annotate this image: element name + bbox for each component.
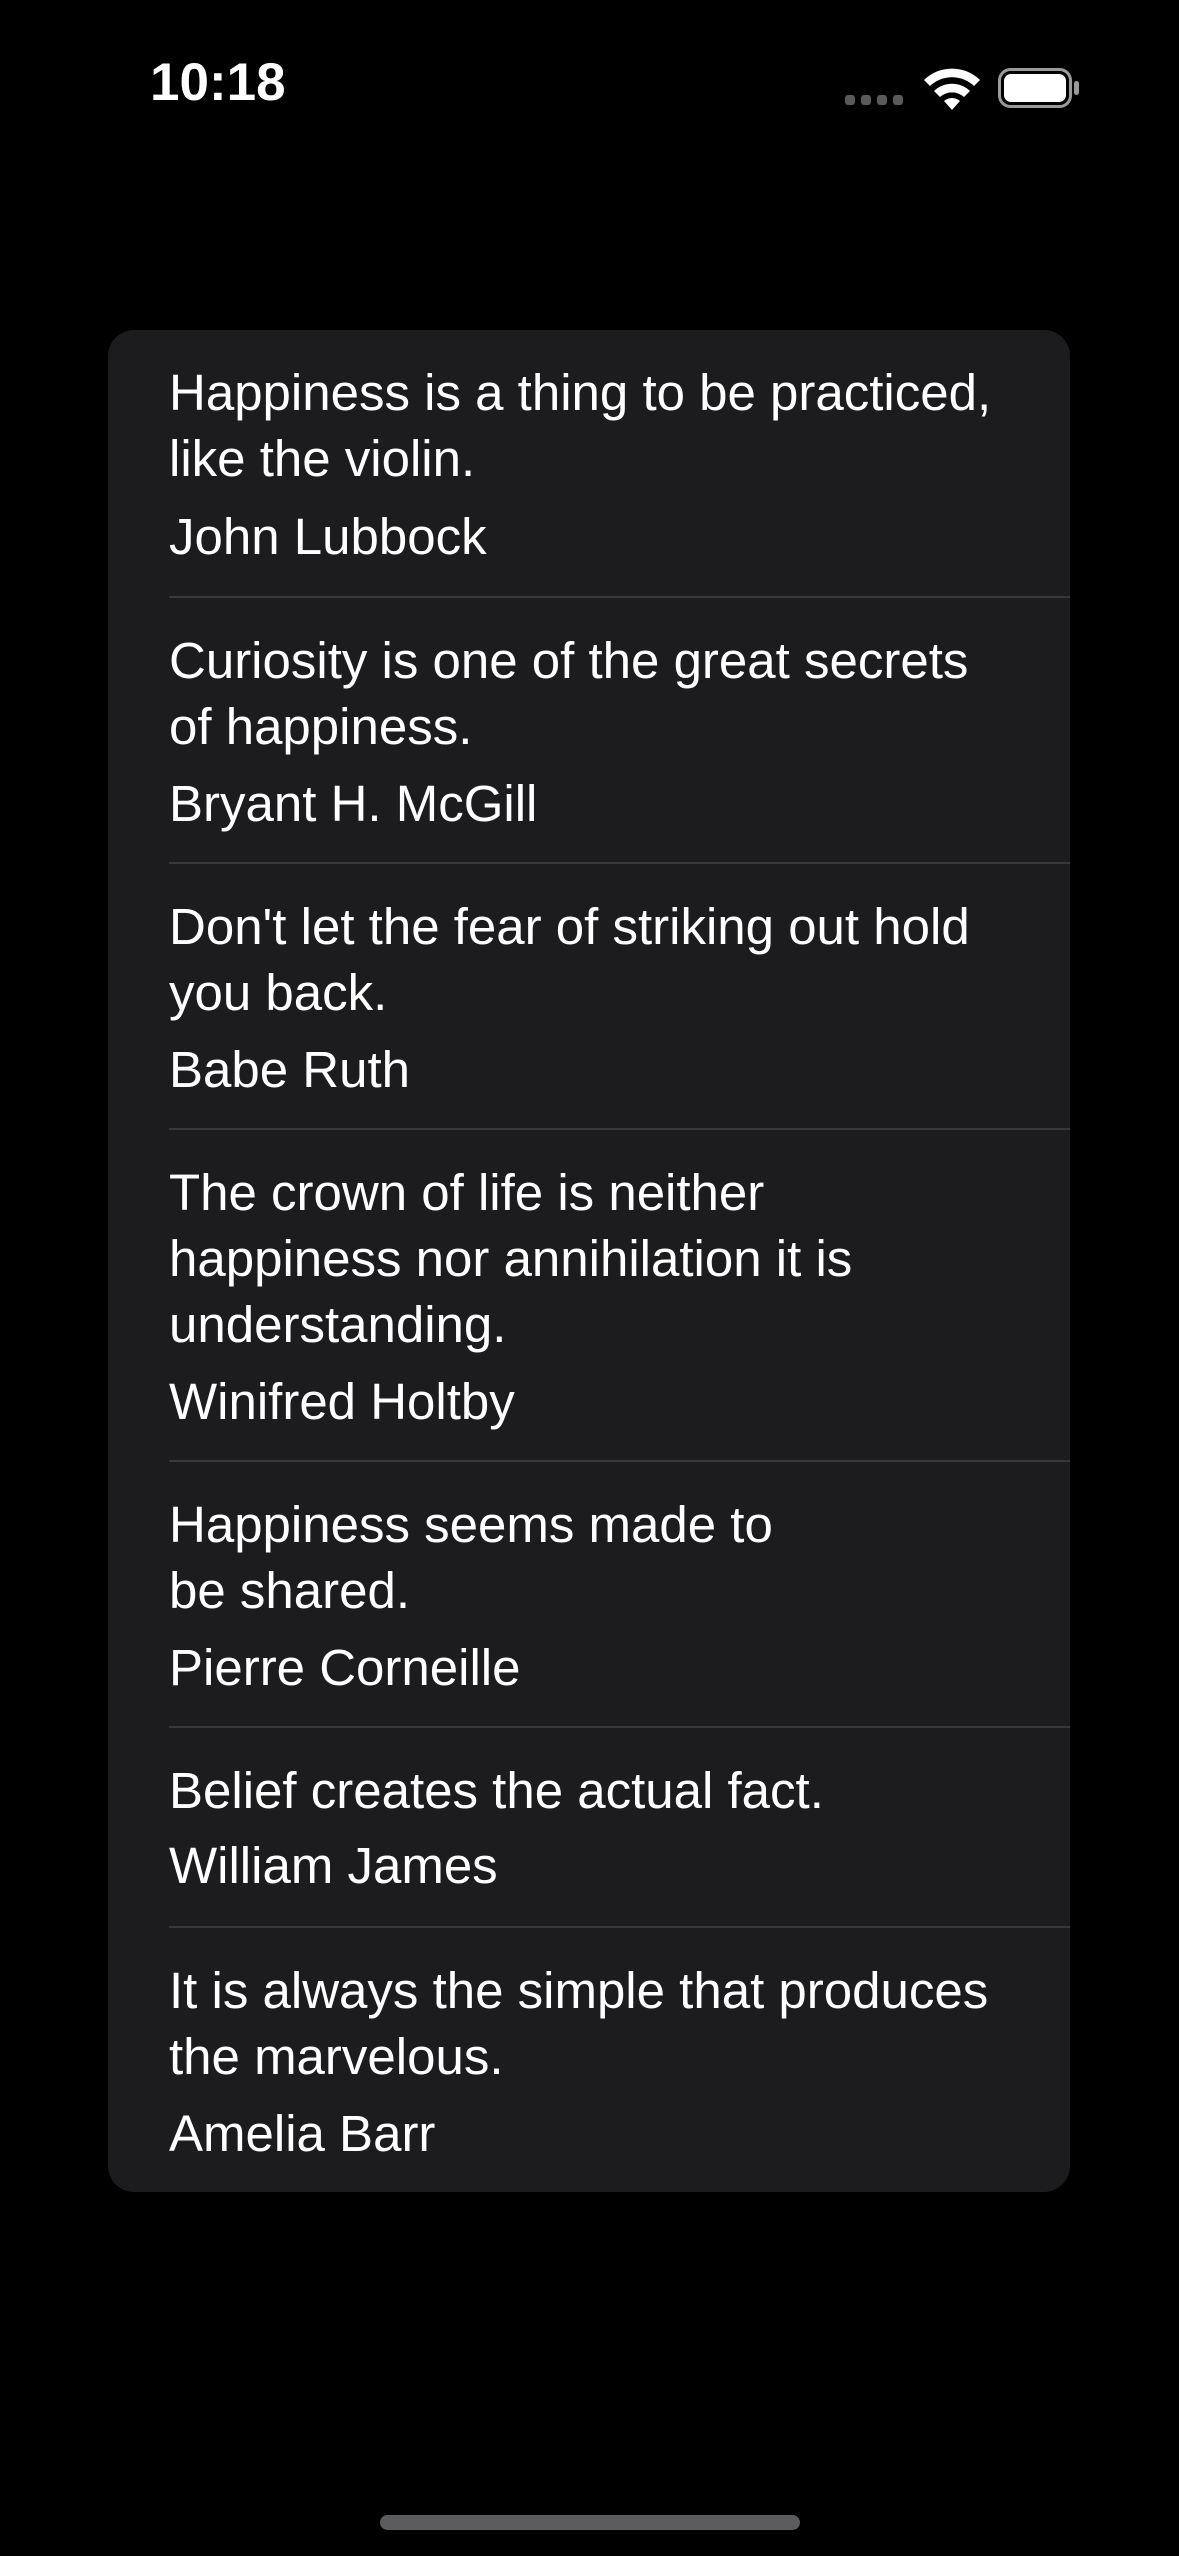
list-item[interactable]: Belief creates the actual fact. William … — [108, 1728, 1070, 1927]
home-indicator[interactable] — [380, 2515, 800, 2530]
list-item[interactable]: The crown of life is neither happiness n… — [108, 1130, 1070, 1461]
quote-text: Curiosity is one of the great secrets of… — [169, 632, 969, 755]
list-item[interactable]: Happiness is a thing to be practiced, li… — [108, 330, 1070, 597]
quote-author: Winifred Holtby — [169, 1373, 515, 1430]
battery-icon — [998, 68, 1079, 108]
list-item[interactable]: Happiness seems made to be shared. Pierr… — [108, 1462, 1070, 1726]
quote-author: Pierre Corneille — [169, 1639, 521, 1696]
list-item[interactable]: It is always the simple that produces th… — [108, 1928, 1070, 2192]
quotes-list: Happiness is a thing to be practiced, li… — [108, 330, 1070, 2192]
quote-text: Belief creates the actual fact. — [169, 1762, 824, 1819]
quote-author: William James — [169, 1837, 498, 1894]
quote-author: Amelia Barr — [169, 2105, 436, 2162]
list-item[interactable]: Don't let the fear of striking out hold … — [108, 864, 1070, 1128]
quote-text: Happiness seems made to be shared. — [169, 1496, 773, 1619]
quote-author: Bryant H. McGill — [169, 775, 538, 832]
status-time: 10:18 — [150, 53, 286, 112]
quote-author: John Lubbock — [169, 508, 487, 565]
quote-text: Happiness is a thing to be practiced, li… — [169, 364, 992, 487]
quote-text: It is always the simple that produces th… — [169, 1962, 989, 2085]
quote-text: Don't let the fear of striking out hold … — [169, 898, 970, 1021]
status-bar: 10:18 — [0, 0, 1179, 160]
list-item[interactable]: Curiosity is one of the great secrets of… — [108, 598, 1070, 862]
quote-author: Babe Ruth — [169, 1041, 411, 1098]
cellular-signal-icon — [845, 95, 905, 105]
wifi-icon — [924, 68, 980, 110]
quote-text: The crown of life is neither happiness n… — [169, 1164, 853, 1353]
